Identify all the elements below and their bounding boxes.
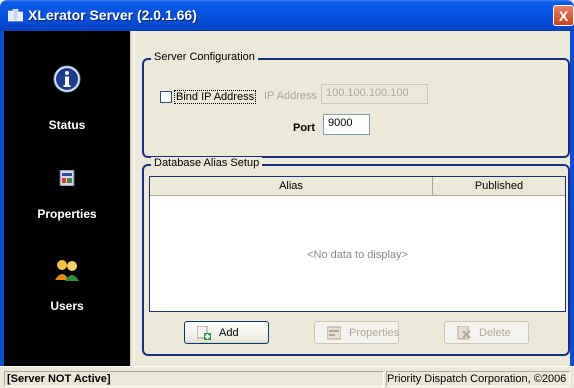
- title-bar[interactable]: XLerator Server (2.0.1.66) X: [0, 0, 574, 31]
- bind-ip-checkbox[interactable]: [160, 91, 172, 103]
- database-alias-legend: Database Alias Setup: [151, 157, 263, 169]
- port-label: Port: [293, 122, 315, 134]
- window-title: XLerator Server (2.0.1.66): [28, 7, 197, 23]
- add-icon: [197, 326, 211, 340]
- ip-address-input[interactable]: 100.100.100.100: [321, 84, 428, 104]
- alias-grid[interactable]: Alias Published <No data to display>: [149, 176, 566, 312]
- close-button[interactable]: X: [553, 5, 574, 26]
- delete-button-label: Delete: [479, 327, 511, 339]
- properties-icon: [327, 326, 341, 340]
- port-input[interactable]: 9000: [323, 114, 370, 135]
- add-button-label: Add: [219, 327, 239, 339]
- close-icon: X: [558, 8, 569, 24]
- app-icon: [8, 9, 23, 22]
- bind-ip-label[interactable]: Bind IP Address: [174, 90, 257, 104]
- delete-button[interactable]: Delete: [444, 321, 529, 344]
- sidebar: Status Properties Users: [4, 31, 130, 366]
- server-configuration-legend: Server Configuration: [151, 51, 258, 63]
- status-bar: [Server NOT Active] Priority Dispatch Co…: [0, 366, 574, 388]
- info-icon: [53, 65, 81, 93]
- properties-button[interactable]: Properties: [314, 321, 399, 344]
- sidebar-item-properties[interactable]: Properties: [4, 170, 130, 228]
- window-frame-right: [570, 31, 574, 366]
- sidebar-item-users[interactable]: Users: [4, 259, 130, 317]
- server-configuration-group: Server Configuration Bind IP Address IP …: [142, 51, 570, 158]
- sidebar-item-label: Users: [50, 299, 84, 313]
- properties-icon: [59, 170, 75, 186]
- app-window: XLerator Server (2.0.1.66) X Status Prop…: [0, 0, 574, 388]
- ip-address-label: IP Address: [264, 90, 317, 102]
- sidebar-item-label: Properties: [37, 207, 97, 221]
- sidebar-item-label: Status: [48, 118, 86, 132]
- grid-empty-message: <No data to display>: [307, 249, 408, 261]
- users-icon: [55, 260, 79, 281]
- published-column-header[interactable]: Published: [433, 177, 565, 196]
- alias-column-header[interactable]: Alias: [150, 177, 433, 196]
- database-alias-group: Database Alias Setup Alias Published <No…: [142, 157, 570, 356]
- add-button[interactable]: Add: [184, 321, 269, 344]
- delete-icon: [457, 326, 471, 340]
- copyright-text: Priority Dispatch Corporation, ©2006: [386, 371, 570, 387]
- properties-button-label: Properties: [349, 327, 400, 339]
- panel-splitter[interactable]: [130, 31, 135, 366]
- sidebar-item-status[interactable]: Status: [4, 65, 130, 135]
- server-status-text: [Server NOT Active]: [4, 371, 384, 387]
